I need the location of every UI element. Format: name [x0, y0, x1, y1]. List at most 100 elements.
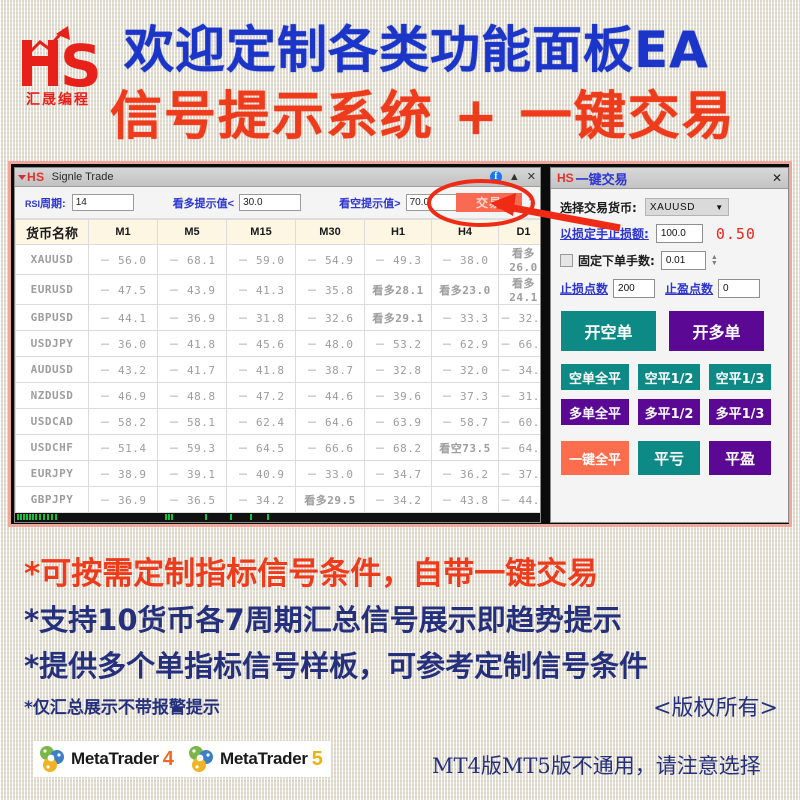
signal-cell: － 43.8 [431, 486, 499, 513]
symbol-select-value: XAUUSD [649, 201, 696, 213]
close-icon[interactable]: ✕ [772, 171, 782, 185]
close-sell-all-button[interactable]: 空单全平 [561, 364, 629, 390]
signal-cell: － 45.6 [226, 330, 296, 357]
takeprofit-label: 止盈点数 [665, 282, 714, 296]
facebook-icon[interactable]: f [489, 171, 502, 183]
chart-tick [250, 514, 252, 520]
chart-tick [165, 514, 167, 520]
signal-cell: － 35.8 [295, 274, 365, 305]
signal-cell: 看多29.5 [295, 486, 365, 513]
signal-cell: － 37.9 [498, 460, 540, 487]
signal-cell: － 41.7 [157, 356, 227, 383]
close-sell-half-button[interactable]: 空平1/2 [638, 364, 700, 390]
promo-header: S 汇晟编程 欢迎定制各类功能面板EA 信号提示系统 + 一键交易 [0, 0, 800, 152]
chart-tick [51, 514, 53, 520]
chart-tick [230, 514, 232, 520]
chevron-down-icon: ▼ [715, 202, 724, 212]
mt-version-note: MT4版MT5版不通用，请注意选择 [432, 754, 761, 778]
fixed-lot-row: 固定下单手数: 0.01 ▲ ▼ [551, 251, 788, 270]
col-header-m30: M30 [295, 219, 365, 245]
table-row: NZDUSD － 46.9 － 48.8 － 47.2 － 44.6 － 39.6 － 37… [15, 382, 540, 409]
col-header-m15: M15 [226, 219, 296, 245]
signal-cell: － 47.5 [88, 274, 158, 305]
col-header-h1: H1 [364, 219, 432, 245]
col-header-m1: M1 [88, 219, 158, 245]
onekey-trade-panel: HS 一键交易 ✕ 选择交易货币: XAUUSD ▼ 以损定手止损额: 100.… [550, 167, 789, 523]
chart-tick [39, 514, 41, 520]
close-sell-button-row: 空单全平 空平1/2 空平1/3 [551, 364, 788, 390]
signal-cell: － 68.1 [157, 244, 227, 275]
close-buy-third-button[interactable]: 多平1/3 [709, 399, 771, 425]
chart-tick [17, 514, 19, 520]
row-symbol: XAUUSD [15, 244, 89, 275]
rsi-period-input[interactable]: 14 [71, 194, 134, 211]
risk-amount-input[interactable]: 100.0 [655, 224, 703, 243]
fixed-lot-stepper[interactable]: ▲ ▼ [709, 254, 720, 267]
signal-cell: － 34.7 [364, 460, 432, 487]
signal-cell: － 32.6 [295, 304, 365, 331]
minimize-icon[interactable]: ▲ [509, 171, 520, 183]
col-header-m5: M5 [157, 219, 227, 245]
close-icon[interactable]: ✕ [527, 171, 536, 183]
row-symbol: USDCAD [15, 408, 89, 435]
signal-cell: － 44.6 [295, 382, 365, 409]
stoploss-input[interactable]: 200 [613, 279, 656, 298]
rsi-period-label: RSI周期: [25, 195, 66, 211]
long-threshold-input[interactable]: 30.0 [239, 194, 302, 211]
close-buy-all-button[interactable]: 多单全平 [561, 399, 629, 425]
signal-cell: － 58.2 [88, 408, 158, 435]
collapse-triangle-icon[interactable] [17, 173, 26, 182]
close-losing-button[interactable]: 平亏 [638, 441, 700, 475]
row-symbol: AUDUSD [15, 356, 89, 383]
fixed-lot-checkbox[interactable] [560, 254, 573, 267]
table-row: USDCAD － 58.2 － 58.1 － 62.4 － 64.6 － 63.9 － 58… [15, 408, 540, 435]
signal-cell: 看空73.5 [431, 434, 499, 461]
chart-tick [32, 514, 34, 520]
trade-button[interactable]: 交易 [456, 193, 522, 212]
open-sell-button[interactable]: 开空单 [561, 311, 656, 351]
signal-cell: － 36.5 [157, 486, 227, 513]
open-buy-button[interactable]: 开多单 [669, 311, 764, 351]
signal-panel-toolbar: RSI周期: 14 看多提示值< 30.0 看空提示值> 70.0 交易 ? [15, 187, 540, 219]
metatrader4-name: MetaTrader [71, 749, 159, 768]
signal-cell: － 66.6 [295, 434, 365, 461]
risk-row: 以损定手止损额: 100.0 0.50 [551, 224, 788, 243]
signal-cell: － 64.5 [226, 434, 296, 461]
signal-cell: － 58.1 [157, 408, 227, 435]
close-winning-button[interactable]: 平盈 [709, 441, 771, 475]
close-sell-third-button[interactable]: 空平1/3 [709, 364, 771, 390]
sl-tp-row: 止损点数 200 止盈点数 0 [551, 279, 788, 298]
chart-status-strip [15, 513, 540, 522]
signal-cell: － 36.9 [157, 304, 227, 331]
footer-line-4: *仅汇总展示不带报警提示 [24, 698, 220, 718]
signal-cell: 看多23.0 [431, 274, 499, 305]
takeprofit-input[interactable]: 0 [718, 279, 761, 298]
hs-logo: S 汇晟编程 [12, 16, 116, 108]
chart-tick [29, 514, 31, 520]
close-all-button[interactable]: 一键全平 [561, 441, 629, 475]
table-row: AUDUSD － 43.2 － 41.7 － 41.8 － 38.7 － 32.8 － 32… [15, 356, 540, 383]
help-icon[interactable]: ? [529, 198, 533, 209]
signal-table-container: 货币名称 M1 M5 M15 M30 H1 H4 D1 XAUUSD － 56.0 － 68.1 －… [15, 219, 540, 513]
symbol-row: 选择交易货币: XAUUSD ▼ [551, 198, 788, 216]
signal-cell: － 48.0 [295, 330, 365, 357]
close-buy-half-button[interactable]: 多平1/2 [638, 399, 700, 425]
symbol-select[interactable]: XAUUSD ▼ [644, 198, 729, 216]
row-symbol: GBPJPY [15, 486, 89, 513]
table-row: GBPJPY － 36.9 － 36.5 － 34.2 看多29.5 － 34.2 － 43… [15, 486, 540, 513]
footer-line-3: *提供多个单指标信号样板，可参考定制信号条件 [24, 649, 649, 683]
signal-cell: － 48.8 [157, 382, 227, 409]
metatrader5-number: 5 [311, 747, 323, 770]
fixed-lot-input[interactable]: 0.01 [660, 251, 706, 270]
ea-screenshot-frame: HS Signle Trade f ▲ ✕ RSI周期: 14 看多提示值< 3… [8, 161, 792, 527]
long-threshold-label: 看多提示值< [172, 197, 235, 210]
chart-tick [267, 514, 269, 520]
signal-cell: － 59.0 [226, 244, 296, 275]
chart-tick [47, 514, 49, 520]
signal-cell: － 38.0 [431, 244, 499, 275]
row-symbol: NZDUSD [15, 382, 89, 409]
signal-panel-title: Signle Trade [51, 171, 114, 183]
signal-cell: 看多29.1 [364, 304, 432, 331]
signal-cell: － 33.3 [431, 304, 499, 331]
symbol-label: 选择交易货币: [560, 200, 637, 215]
